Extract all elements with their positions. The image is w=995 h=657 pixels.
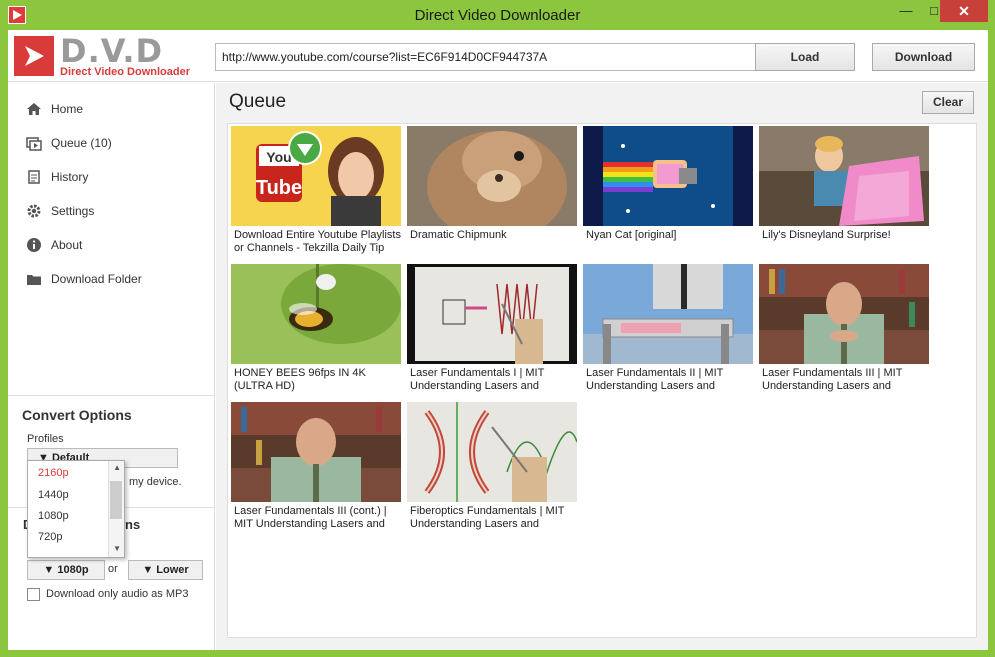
mp3-label: Download only audio as MP3	[46, 588, 189, 600]
sidebar-item-label: Home	[51, 102, 84, 116]
video-grid: You Tube Download Entire Youtube Playlist…	[227, 123, 977, 638]
sidebar-item-label: Download Folder	[51, 272, 142, 286]
video-title: Lily's Disneyland Surprise!	[762, 229, 891, 241]
video-title: Dramatic Chipmunk	[410, 229, 507, 241]
video-thumbnail[interactable]	[583, 126, 753, 226]
sidebar: Home Queue (10) History Settings About D…	[8, 83, 215, 650]
video-thumbnail[interactable]	[759, 264, 929, 364]
app-client: D.V.D Direct Video Downloader Load Downl…	[8, 30, 988, 650]
video-thumbnail[interactable]: You Tube	[231, 126, 401, 226]
divider	[8, 395, 215, 396]
video-title: Fiberoptics Fundamentals | MIT Understan…	[410, 505, 565, 530]
logo-icon	[14, 36, 54, 76]
sidebar-item-settings[interactable]: Settings	[8, 194, 215, 228]
video-thumbnail[interactable]	[583, 264, 753, 364]
video-thumbnail[interactable]	[231, 402, 401, 502]
logo-full: Direct Video Downloader	[60, 66, 190, 78]
video-title: Laser Fundamentals III | MIT Understandi…	[762, 367, 903, 392]
dropdown-scrollbar[interactable]: ▲ ▼	[108, 461, 124, 557]
sidebar-item-label: Queue (10)	[51, 136, 112, 150]
gear-icon	[26, 203, 42, 219]
video-title: Nyan Cat [original]	[586, 229, 677, 241]
svg-text:You: You	[266, 149, 291, 165]
sidebar-item-label: Settings	[51, 204, 95, 218]
sidebar-item-home[interactable]: Home	[8, 92, 215, 126]
history-icon	[26, 169, 42, 185]
header: D.V.D Direct Video Downloader Load Downl…	[8, 30, 988, 82]
download-options-title-end: ns	[125, 517, 141, 532]
quality-dropdown-list: 2160p 1440p 1080p 720p ▲ ▼	[27, 460, 125, 558]
device-text: my device.	[129, 476, 182, 488]
home-icon	[26, 101, 42, 117]
app-window: Direct Video Downloader — □ ✕ D.V.D Dire…	[0, 0, 995, 657]
window-title: Direct Video Downloader	[414, 7, 581, 24]
dropdown-option-720p[interactable]: 720p	[38, 531, 62, 543]
title-bar[interactable]: Direct Video Downloader — □ ✕	[0, 0, 995, 30]
dropdown-option-2160p[interactable]: 2160p	[38, 467, 69, 479]
queue-icon	[26, 135, 42, 151]
download-button[interactable]: Download	[872, 43, 975, 71]
page-title: Queue	[229, 91, 287, 112]
main-panel: Queue Clear You Tube Download Entire Yout…	[216, 83, 988, 650]
sidebar-item-queue[interactable]: Queue (10)	[8, 126, 215, 160]
sidebar-item-about[interactable]: About	[8, 228, 215, 262]
scroll-up-icon[interactable]: ▲	[113, 463, 121, 472]
lower-value: Lower	[156, 564, 189, 576]
profiles-label: Profiles	[27, 433, 64, 445]
video-thumbnail[interactable]	[407, 402, 577, 502]
scrollbar-thumb[interactable]	[110, 481, 122, 519]
minimize-button[interactable]: —	[892, 0, 920, 22]
logo-short: D.V.D	[60, 32, 164, 70]
video-thumbnail[interactable]	[759, 126, 929, 226]
svg-text:Tube: Tube	[256, 177, 302, 199]
url-input[interactable]	[215, 43, 756, 71]
lower-select[interactable]: ▼ Lower	[128, 560, 203, 580]
close-button[interactable]: ✕	[940, 0, 988, 22]
info-icon	[26, 237, 42, 253]
load-button[interactable]: Load	[755, 43, 855, 71]
folder-icon	[26, 271, 42, 287]
video-title: Laser Fundamentals II | MIT Understandin…	[586, 367, 724, 392]
sidebar-item-label: About	[51, 238, 83, 252]
sidebar-item-history[interactable]: History	[8, 160, 215, 194]
video-title: Laser Fundamentals I | MIT Understanding…	[410, 367, 545, 392]
video-title: Laser Fundamentals III (cont.) | MIT Und…	[234, 505, 387, 530]
scroll-down-icon[interactable]: ▼	[113, 544, 121, 553]
mp3-checkbox[interactable]	[27, 588, 40, 601]
video-thumbnail[interactable]	[407, 264, 577, 364]
sidebar-item-download-folder[interactable]: Download Folder	[8, 262, 215, 296]
dropdown-option-1440p[interactable]: 1440p	[38, 489, 69, 501]
video-thumbnail[interactable]	[407, 126, 577, 226]
convert-options-title: Convert Options	[22, 407, 132, 423]
clear-button[interactable]: Clear	[922, 91, 974, 114]
quality-value: 1080p	[57, 564, 89, 576]
video-thumbnail[interactable]	[231, 264, 401, 364]
sidebar-item-label: History	[51, 170, 89, 184]
quality-select[interactable]: ▼ 1080p	[27, 560, 105, 580]
video-title: HONEY BEES 96fps IN 4K (ULTRA HD)	[234, 367, 366, 392]
or-text: or	[108, 563, 118, 575]
dropdown-option-1080p[interactable]: 1080p	[38, 510, 69, 522]
video-title: Download Entire Youtube Playlists or Cha…	[234, 229, 401, 254]
